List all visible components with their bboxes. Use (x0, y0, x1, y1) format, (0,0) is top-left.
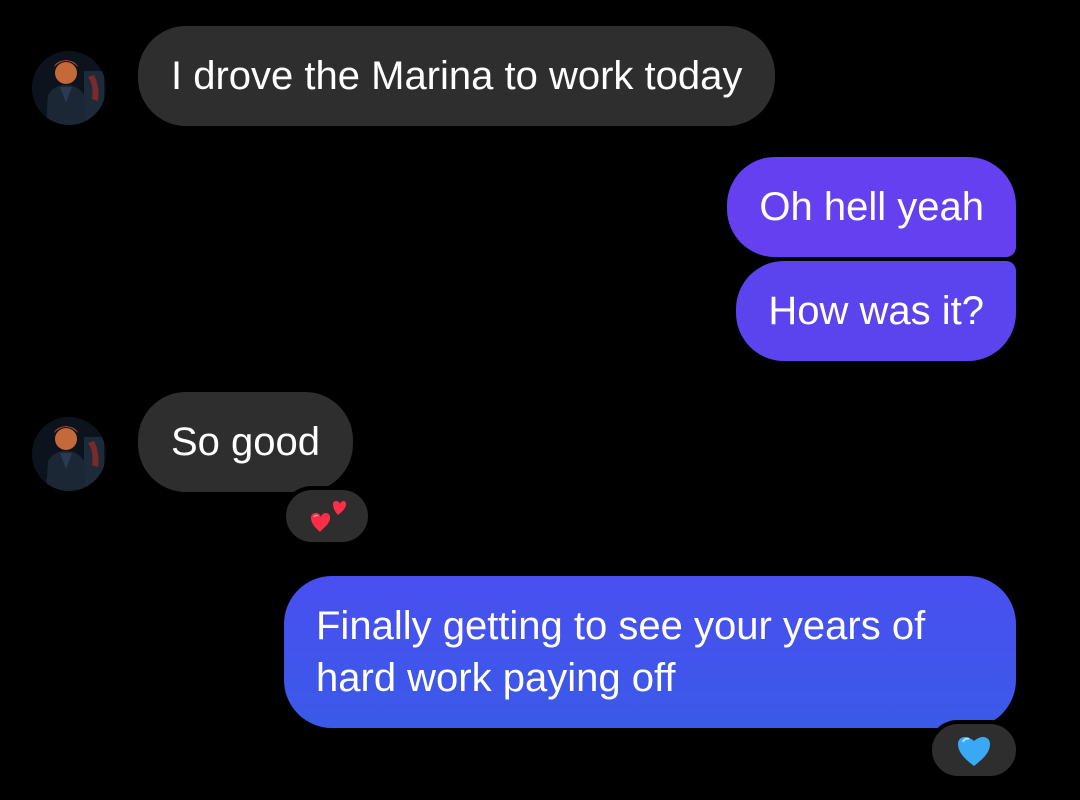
blue-heart-icon (958, 737, 990, 766)
message-text: So good (171, 420, 321, 464)
contact-photo-icon (32, 51, 106, 125)
reaction-badge[interactable] (282, 486, 372, 546)
message-bubble-outgoing[interactable]: Finally getting to see your years of har… (284, 576, 1016, 728)
message-bubble-incoming[interactable]: So good (138, 392, 354, 492)
contact-avatar[interactable] (32, 51, 106, 125)
two-hearts-icon (311, 501, 347, 532)
contact-avatar[interactable] (32, 417, 106, 491)
reaction-badge[interactable] (928, 720, 1020, 780)
message-bubble-outgoing[interactable]: Oh hell yeah (727, 157, 1016, 257)
message-bubble-outgoing[interactable]: How was it? (736, 261, 1016, 361)
contact-photo-icon (32, 417, 106, 491)
message-text: Oh hell yeah (759, 185, 984, 229)
message-text: How was it? (768, 289, 984, 333)
message-text: Finally getting to see your years of har… (316, 604, 926, 700)
message-bubble-incoming[interactable]: I drove the Marina to work today (138, 26, 776, 126)
message-text: I drove the Marina to work today (171, 54, 743, 98)
